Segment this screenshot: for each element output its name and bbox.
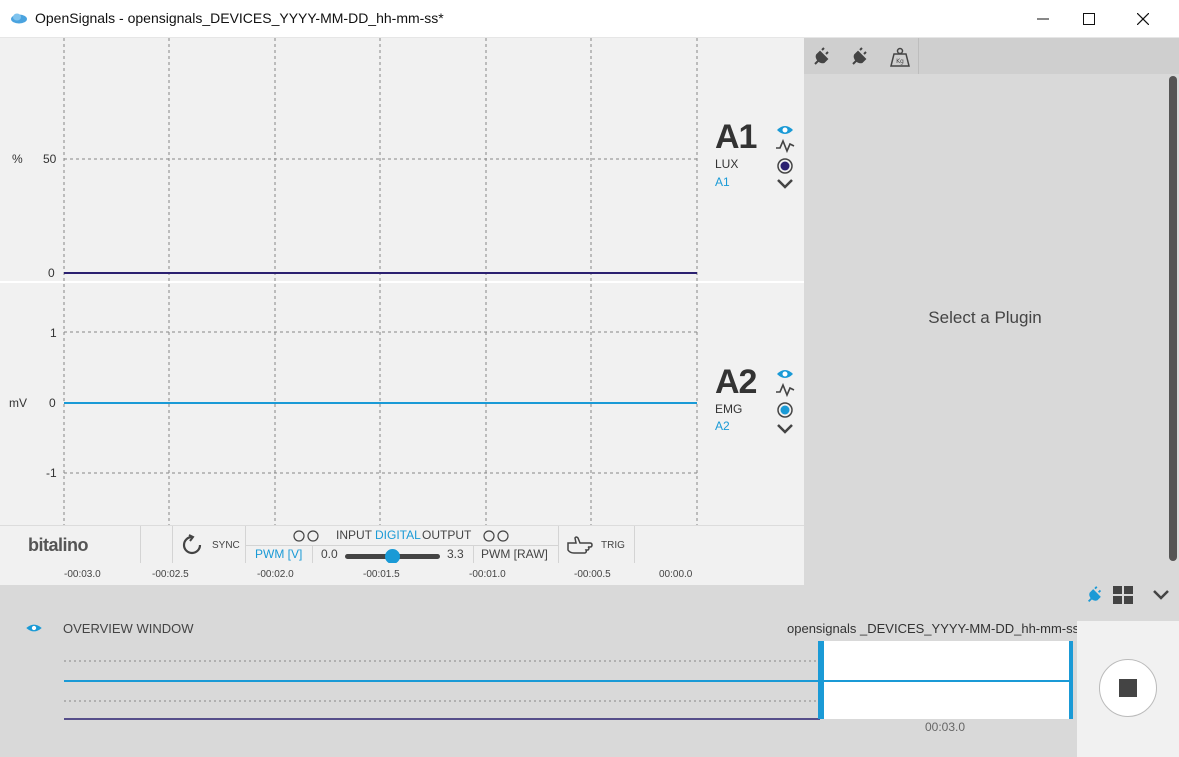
maximize-icon bbox=[1083, 13, 1095, 25]
trigger-hand-icon[interactable] bbox=[566, 534, 594, 556]
connection-button[interactable] bbox=[1080, 582, 1110, 608]
signal-grid bbox=[0, 38, 804, 525]
channel-a2-unit: mV bbox=[9, 396, 27, 410]
minimize-icon bbox=[1037, 18, 1049, 20]
time-tick: -00:02.0 bbox=[257, 569, 294, 580]
plugin-connect-button[interactable] bbox=[804, 42, 840, 72]
record-panel bbox=[1077, 621, 1179, 757]
io-output-label: OUTPUT bbox=[422, 528, 472, 542]
plug-icon bbox=[852, 47, 867, 65]
plugin-scrollbar[interactable] bbox=[1169, 76, 1177, 561]
weight-icon: Kg bbox=[890, 47, 910, 67]
signal-panel: % 50 0 mV 1 0 -1 A1 LUX A1 A2 EMG A2 bit… bbox=[0, 38, 804, 564]
channel-a2-id: A2 bbox=[715, 419, 730, 433]
plugin-weight-button[interactable]: Kg bbox=[882, 42, 918, 72]
overview-selection-handle-right bbox=[1069, 641, 1073, 719]
time-tick: -00:01.0 bbox=[469, 569, 506, 580]
time-tick: -00:00.5 bbox=[574, 569, 611, 580]
title-bar: OpenSignals - opensignals_DEVICES_YYYY-M… bbox=[0, 0, 1179, 38]
svg-text:Kg: Kg bbox=[896, 58, 904, 65]
close-button[interactable] bbox=[1120, 0, 1166, 38]
opensignals-app-icon bbox=[11, 13, 27, 24]
channel-a1-name: A1 bbox=[715, 118, 757, 156]
channel-a1-id: A1 bbox=[715, 175, 730, 189]
select-plugin-message: Select a Plugin bbox=[928, 308, 1042, 327]
chevron-down-icon[interactable] bbox=[775, 421, 795, 437]
channel-a1-unit: % bbox=[12, 152, 23, 166]
chevron-down-icon bbox=[1153, 590, 1169, 600]
expand-button[interactable] bbox=[1146, 582, 1176, 608]
overview-plot[interactable] bbox=[0, 637, 1077, 725]
time-tick: -00:02.5 bbox=[152, 569, 189, 580]
channel-a2-name: A2 bbox=[715, 363, 757, 401]
plug-icon bbox=[1087, 586, 1102, 603]
stop-recording-button[interactable] bbox=[1099, 659, 1157, 717]
time-tick: -00:01.5 bbox=[363, 569, 400, 580]
maximize-button[interactable] bbox=[1066, 0, 1112, 38]
color-picker-icon[interactable] bbox=[775, 158, 795, 174]
channel-a1-type: LUX bbox=[715, 157, 739, 171]
color-picker-icon[interactable] bbox=[775, 402, 795, 418]
chevron-down-icon[interactable] bbox=[775, 176, 795, 192]
plugin-disconnect-button[interactable] bbox=[842, 42, 878, 72]
time-tick: -00:03.0 bbox=[64, 569, 101, 580]
channel-a2-tick: -1 bbox=[46, 466, 57, 480]
channel-a2-type: EMG bbox=[715, 402, 743, 416]
stop-icon bbox=[1119, 679, 1137, 697]
overview-time-label: 00:03.0 bbox=[925, 720, 966, 734]
digital-output-indicators-icon[interactable] bbox=[482, 530, 512, 542]
digital-input-indicators-icon[interactable] bbox=[292, 530, 322, 542]
eye-icon[interactable] bbox=[775, 122, 795, 138]
plugin-toolbar: Kg bbox=[804, 38, 1179, 74]
io-input-label: INPUT bbox=[336, 528, 372, 542]
pwm-volts-label[interactable]: PWM [V] bbox=[255, 547, 302, 561]
plot-area: % 50 0 mV 1 0 -1 A1 LUX A1 A2 EMG A2 bbox=[0, 38, 804, 525]
layout-button[interactable] bbox=[1108, 582, 1138, 608]
channel-a1-tick: 0 bbox=[48, 266, 55, 280]
trigger-label[interactable]: TRIG bbox=[601, 540, 625, 551]
waveform-icon[interactable] bbox=[775, 382, 795, 398]
time-tick: 00:00.0 bbox=[659, 569, 693, 580]
pwm-slider-handle[interactable] bbox=[385, 549, 400, 564]
overview-file-name: opensignals _DEVICES_YYYY-MM-DD_hh-mm-ss… bbox=[787, 621, 1085, 636]
window-title: OpenSignals - opensignals_DEVICES_YYYY-M… bbox=[35, 10, 444, 26]
eye-icon[interactable] bbox=[775, 366, 795, 382]
plug-icon bbox=[814, 47, 829, 65]
timeline-panel: -00:03.0 -00:02.5 -00:02.0 -00:01.5 -00:… bbox=[0, 563, 1179, 757]
bitalino-logo: bitalino bbox=[28, 535, 89, 555]
plugin-panel: Kg Select a Plugin bbox=[804, 38, 1179, 563]
eye-icon[interactable] bbox=[25, 622, 43, 634]
overview-selection-handle-left bbox=[818, 641, 824, 719]
overview-window-title: OVERVIEW WINDOW bbox=[63, 621, 194, 636]
channel-a2-tick: 1 bbox=[50, 326, 57, 340]
pwm-raw-label[interactable]: PWM [RAW] bbox=[481, 547, 548, 561]
waveform-icon[interactable] bbox=[775, 138, 795, 154]
close-icon bbox=[1137, 13, 1149, 25]
minimize-button[interactable] bbox=[1020, 0, 1066, 38]
sync-icon[interactable] bbox=[180, 534, 204, 556]
pwm-max-value: 3.3 bbox=[447, 547, 464, 561]
device-bar: bitalino SYNC INPUT DIGITAL OUTPUT PWM [… bbox=[0, 525, 804, 564]
channel-a1-tick: 50 bbox=[43, 152, 57, 166]
channel-a2-tick: 0 bbox=[49, 396, 56, 410]
grid-layout-icon bbox=[1113, 586, 1133, 604]
sync-label[interactable]: SYNC bbox=[212, 540, 240, 551]
io-digital-label: DIGITAL bbox=[375, 528, 421, 542]
pwm-min-value: 0.0 bbox=[321, 547, 338, 561]
